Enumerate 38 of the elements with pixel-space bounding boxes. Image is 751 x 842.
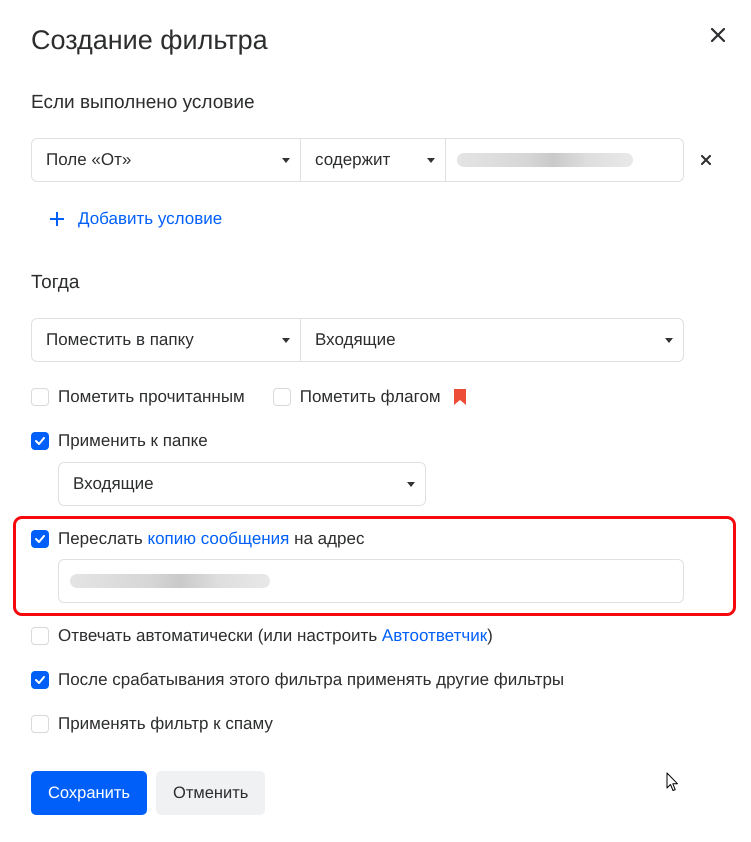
checkmark-icon [35, 535, 45, 543]
value-input-field[interactable] [445, 138, 684, 182]
checkbox[interactable] [31, 432, 49, 450]
add-condition-link[interactable]: Добавить условие [50, 207, 222, 231]
checkbox[interactable] [31, 530, 49, 548]
field-select[interactable]: Поле «От» [31, 138, 301, 182]
bookmark-icon [454, 389, 466, 405]
option-label: Пометить прочитанным [58, 386, 245, 408]
section-heading: Тогда [31, 271, 80, 295]
cursor-icon [666, 772, 679, 792]
caret-icon [665, 338, 673, 342]
option-label: Переслать копию сообщения на адрес [58, 528, 364, 550]
operator-select[interactable]: содержит [300, 138, 446, 182]
folder-select[interactable]: Входящие [300, 318, 684, 362]
option-label: Применять фильтр к спаму [58, 713, 273, 735]
checkmark-icon [35, 676, 45, 684]
cancel-button[interactable]: Отменить [156, 771, 266, 815]
option-label: Применить к папке [58, 430, 208, 452]
option-label: После срабатывания этого фильтра применять другие фильтры [58, 669, 564, 691]
caret-icon [427, 158, 435, 162]
caret-icon [282, 338, 290, 342]
save-button[interactable]: Сохранить [31, 771, 147, 815]
dialog-title: Создание фильтра [31, 24, 268, 57]
option-label: Пометить флагом [300, 386, 441, 408]
close-icon[interactable] [711, 28, 725, 42]
checkmark-icon [35, 437, 45, 445]
address-input-field[interactable] [58, 559, 684, 603]
folder-select[interactable]: Входящие [58, 462, 426, 506]
text-link[interactable]: Автоответчик [382, 626, 488, 645]
text-link[interactable]: копию сообщения [147, 529, 290, 548]
plus-icon [50, 212, 64, 226]
section-heading: Если выполнено условие [31, 91, 255, 115]
action-select[interactable]: Поместить в папку [31, 318, 301, 362]
caret-icon [282, 158, 290, 162]
caret-icon [407, 482, 415, 486]
remove-icon[interactable] [701, 155, 711, 165]
checkbox[interactable] [31, 671, 49, 689]
option-label: Отвечать автоматически (или настроить Автоответчик) [58, 625, 493, 647]
